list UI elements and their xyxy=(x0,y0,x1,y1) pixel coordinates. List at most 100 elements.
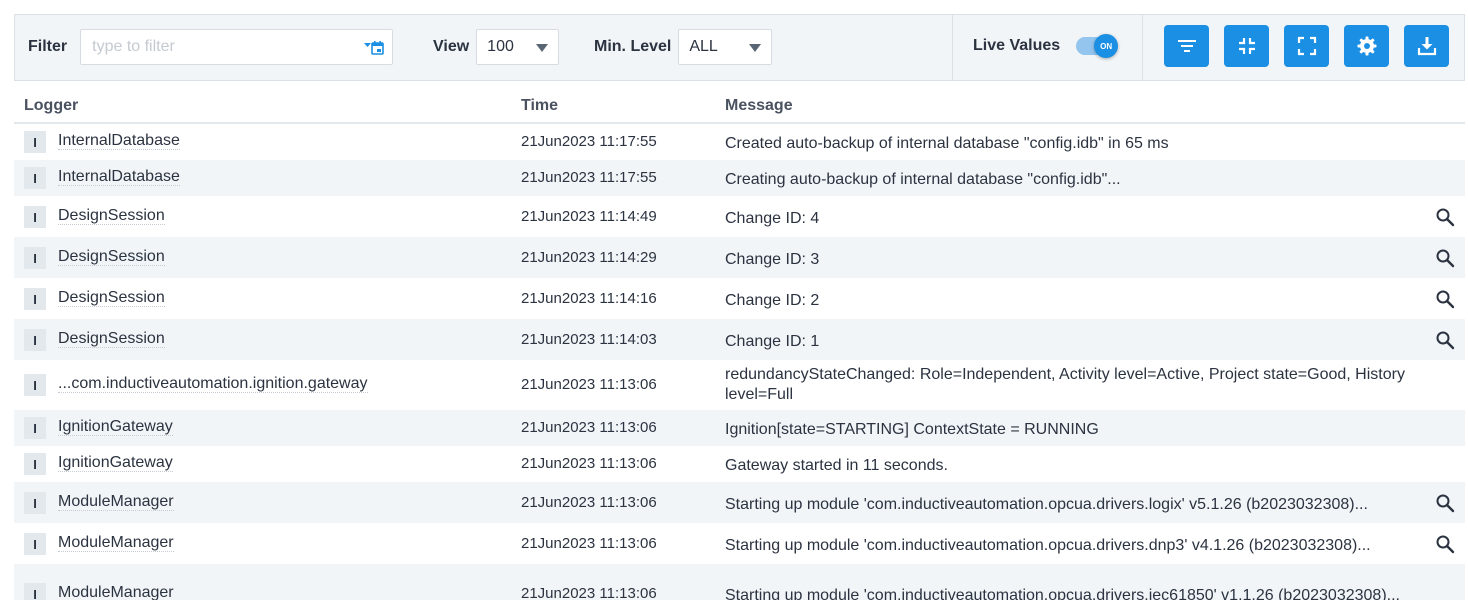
table-body: I InternalDatabase 21Jun2023 11:17:55 Creat… xyxy=(14,124,1465,600)
logger-name: InternalDatabase xyxy=(58,132,180,150)
logger-link[interactable]: DesignSession xyxy=(58,207,165,225)
column-header-logger[interactable]: Logger xyxy=(24,97,78,115)
filter-button[interactable] xyxy=(1164,25,1209,67)
log-time: 21Jun2023 11:14:29 xyxy=(521,249,657,266)
log-message: Starting up module 'com.inductiveautomat… xyxy=(725,587,1400,600)
logger-name: InternalDatabase xyxy=(58,168,180,186)
logger-name: ...com.inductiveautomation.ignition.gate… xyxy=(58,375,368,393)
logger-name: IgnitionGateway xyxy=(58,454,173,472)
logger-name: ModuleManager xyxy=(58,534,174,552)
log-time: 21Jun2023 11:13:06 xyxy=(521,419,657,436)
logger-name: DesignSession xyxy=(58,248,165,266)
level-badge: I xyxy=(24,374,46,396)
log-message: Starting up module 'com.inductiveautomat… xyxy=(725,496,1368,513)
table-row[interactable]: I InternalDatabase 21Jun2023 11:17:55 Creat… xyxy=(14,160,1465,196)
logger-name: DesignSession xyxy=(58,289,165,307)
table-row[interactable]: I DesignSession 21Jun2023 11:14:29 Change I… xyxy=(14,237,1465,278)
column-header-time[interactable]: Time xyxy=(521,97,558,115)
view-group: View 100 xyxy=(433,29,560,65)
collapse-button[interactable] xyxy=(1224,25,1269,67)
table-row[interactable]: I ModuleManager 21Jun2023 11:13:06 Starting… xyxy=(14,564,1465,600)
log-message: Gateway started in 11 seconds. xyxy=(725,457,948,474)
level-badge: I xyxy=(24,329,46,351)
column-header-message[interactable]: Message xyxy=(725,97,793,115)
search-icon[interactable] xyxy=(1435,493,1455,513)
chevron-down-icon xyxy=(536,44,549,52)
log-time: 21Jun2023 11:13:06 xyxy=(521,455,657,472)
logger-link[interactable]: DesignSession xyxy=(58,289,165,307)
search-icon[interactable] xyxy=(1435,207,1455,227)
filter-group: Filter xyxy=(28,29,394,65)
live-values-toggle[interactable]: ON xyxy=(1076,34,1119,58)
logger-link[interactable]: InternalDatabase xyxy=(58,168,180,186)
live-values-group: Live Values ON xyxy=(973,34,1119,58)
gear-icon xyxy=(1357,36,1376,56)
view-select-value: 100 xyxy=(487,38,514,55)
toolbar-divider xyxy=(1142,15,1143,80)
view-label: View xyxy=(433,38,470,55)
level-badge: I xyxy=(24,167,46,189)
level-badge: I xyxy=(24,533,46,555)
min-level-select[interactable]: ALL xyxy=(678,29,773,65)
logger-name: ModuleManager xyxy=(58,493,174,511)
download-icon xyxy=(1417,37,1436,56)
table-row[interactable]: I ModuleManager 21Jun2023 11:13:06 Starting… xyxy=(14,523,1465,564)
table-header: Logger Time Message xyxy=(14,92,1465,124)
filter-label: Filter xyxy=(28,38,68,55)
logger-link[interactable]: ModuleManager xyxy=(58,584,174,600)
level-group: Min. Level ALL xyxy=(594,29,773,65)
toolbar-divider xyxy=(952,15,953,80)
log-time: 21Jun2023 11:14:03 xyxy=(521,331,657,348)
search-icon[interactable] xyxy=(1435,534,1455,554)
log-time: 21Jun2023 11:13:06 xyxy=(521,535,657,552)
table-row[interactable]: I ...com.inductiveautomation.ignition.gat… xyxy=(14,360,1465,410)
log-table: Logger Time Message I InternalDatabase 21J… xyxy=(14,92,1465,600)
calendar-filter-icon[interactable] xyxy=(364,40,384,56)
settings-button[interactable] xyxy=(1344,25,1389,67)
search-icon[interactable] xyxy=(1435,289,1455,309)
toggle-knob: ON xyxy=(1094,34,1119,58)
table-row[interactable]: I DesignSession 21Jun2023 11:14:49 Change I… xyxy=(14,196,1465,237)
log-toolbar: Filter View 100 Min. Level ALL L xyxy=(14,14,1465,81)
log-message: Change ID: 1 xyxy=(725,333,820,350)
log-time: 21Jun2023 11:17:55 xyxy=(521,133,657,150)
filter-input[interactable] xyxy=(92,38,353,56)
chevron-down-icon xyxy=(749,44,762,52)
log-message: Change ID: 2 xyxy=(725,292,820,309)
logger-link[interactable]: IgnitionGateway xyxy=(58,418,173,436)
logger-link[interactable]: ...com.inductiveautomation.ignition.gate… xyxy=(58,375,368,393)
logger-link[interactable]: ModuleManager xyxy=(58,534,174,552)
logger-name: DesignSession xyxy=(58,207,165,225)
log-message: Creating auto-backup of internal databas… xyxy=(725,171,1121,188)
table-row[interactable]: I InternalDatabase 21Jun2023 11:17:55 Creat… xyxy=(14,124,1465,160)
expand-button[interactable] xyxy=(1284,25,1329,67)
logger-link[interactable]: ModuleManager xyxy=(58,493,174,511)
table-row[interactable]: I DesignSession 21Jun2023 11:14:03 Change I… xyxy=(14,319,1465,360)
log-time: 21Jun2023 11:14:16 xyxy=(521,290,657,307)
log-message: Ignition[state=STARTING] ContextState = … xyxy=(725,421,1099,438)
min-level-select-value: ALL xyxy=(689,38,718,55)
log-message: Change ID: 4 xyxy=(725,210,820,227)
logger-link[interactable]: InternalDatabase xyxy=(58,132,180,150)
level-badge: I xyxy=(24,453,46,475)
table-row[interactable]: I DesignSession 21Jun2023 11:14:16 Change I… xyxy=(14,278,1465,319)
table-row[interactable]: I ModuleManager 21Jun2023 11:13:06 Starting… xyxy=(14,482,1465,523)
view-select[interactable]: 100 xyxy=(476,29,560,65)
filter-field[interactable] xyxy=(80,29,394,65)
table-row[interactable]: I IgnitionGateway 21Jun2023 11:13:06 Igniti… xyxy=(14,410,1465,446)
min-level-label: Min. Level xyxy=(594,38,672,55)
search-icon[interactable] xyxy=(1435,248,1455,268)
logger-link[interactable]: DesignSession xyxy=(58,248,165,266)
level-badge: I xyxy=(24,492,46,514)
table-row[interactable]: I IgnitionGateway 21Jun2023 11:13:06 Gatewa… xyxy=(14,446,1465,482)
logger-name: IgnitionGateway xyxy=(58,418,173,436)
download-button[interactable] xyxy=(1404,25,1449,67)
logger-link[interactable]: IgnitionGateway xyxy=(58,454,173,472)
collapse-icon xyxy=(1238,38,1255,54)
search-icon[interactable] xyxy=(1435,330,1455,350)
logger-link[interactable]: DesignSession xyxy=(58,330,165,348)
log-message: Change ID: 3 xyxy=(725,251,820,268)
expand-icon xyxy=(1297,36,1316,56)
log-time: 21Jun2023 11:17:55 xyxy=(521,169,657,186)
log-message: Starting up module 'com.inductiveautomat… xyxy=(725,537,1371,554)
